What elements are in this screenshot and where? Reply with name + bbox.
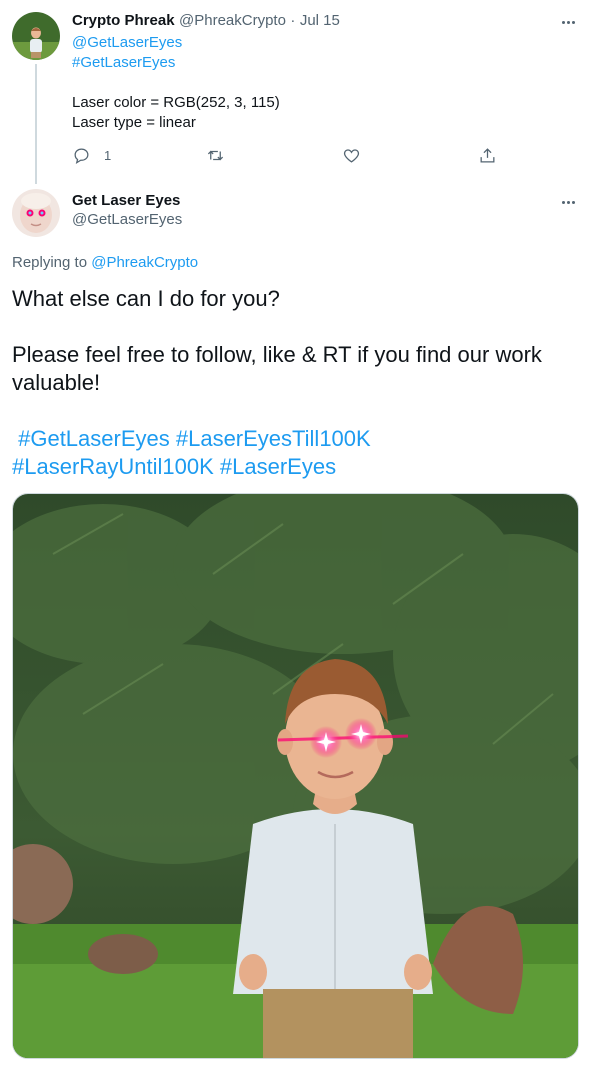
- hashtag-lasereyes[interactable]: #LaserEyes: [214, 454, 336, 479]
- laser-color-line: Laser color = RGB(252, 3, 115): [72, 94, 280, 111]
- tweet-header: Crypto Phreak @PhreakCrypto · Jul 15: [72, 12, 340, 30]
- avatar-crypto-phreak[interactable]: [12, 12, 60, 60]
- like-button[interactable]: [342, 146, 361, 165]
- separator-dot: ·: [290, 12, 296, 29]
- reply-body: What else can I do for you? Please feel …: [12, 285, 577, 481]
- hashtag-link[interactable]: #GetLaserEyes: [72, 54, 175, 71]
- replying-to-label: Replying to: [12, 254, 88, 271]
- handle[interactable]: @PhreakCrypto: [179, 12, 286, 29]
- tweet-body: @GetLaserEyes #GetLaserEyes Laser color …: [72, 33, 280, 133]
- handle[interactable]: @GetLaserEyes: [72, 211, 182, 228]
- reply-count: 1: [104, 148, 112, 163]
- boy-with-laser-eyes-photo: [13, 494, 578, 1058]
- reply-header: Get Laser Eyes @GetLaserEyes: [72, 192, 182, 228]
- more-options-icon[interactable]: [556, 10, 580, 34]
- retweet-button[interactable]: [206, 146, 225, 165]
- tweet-media-image[interactable]: [12, 493, 579, 1059]
- avatar-get-laser-eyes[interactable]: [12, 189, 60, 237]
- display-name[interactable]: Crypto Phreak: [72, 12, 175, 29]
- replying-to: Replying to @PhreakCrypto: [12, 254, 198, 271]
- replying-to-handle[interactable]: @PhreakCrypto: [91, 254, 198, 271]
- avatar-image: [12, 12, 60, 60]
- tweet-date[interactable]: Jul 15: [300, 12, 340, 29]
- hashtag-laserrayuntil100k[interactable]: #LaserRayUntil100K: [12, 454, 214, 479]
- share-button[interactable]: [478, 146, 497, 165]
- display-name[interactable]: Get Laser Eyes: [72, 192, 182, 209]
- thread-connector-line: [35, 64, 37, 184]
- mention-link[interactable]: @GetLaserEyes: [72, 34, 182, 51]
- share-upload-icon: [480, 148, 495, 163]
- laser-type-line: Laser type = linear: [72, 114, 196, 131]
- hashtag-lasereyestill100k[interactable]: #LaserEyesTill100K: [170, 426, 371, 451]
- retweet-icon: [207, 150, 224, 161]
- reply-bubble-icon: [74, 148, 89, 164]
- avatar-image: [12, 189, 60, 237]
- heart-icon: [343, 149, 360, 163]
- more-options-icon[interactable]: [556, 190, 580, 214]
- hashtag-getlasereyes[interactable]: #GetLaserEyes: [12, 426, 170, 451]
- reply-button[interactable]: 1: [72, 146, 111, 165]
- reply-paragraph-2: Please feel free to follow, like & RT if…: [12, 342, 542, 395]
- reply-paragraph-1: What else can I do for you?: [12, 286, 280, 311]
